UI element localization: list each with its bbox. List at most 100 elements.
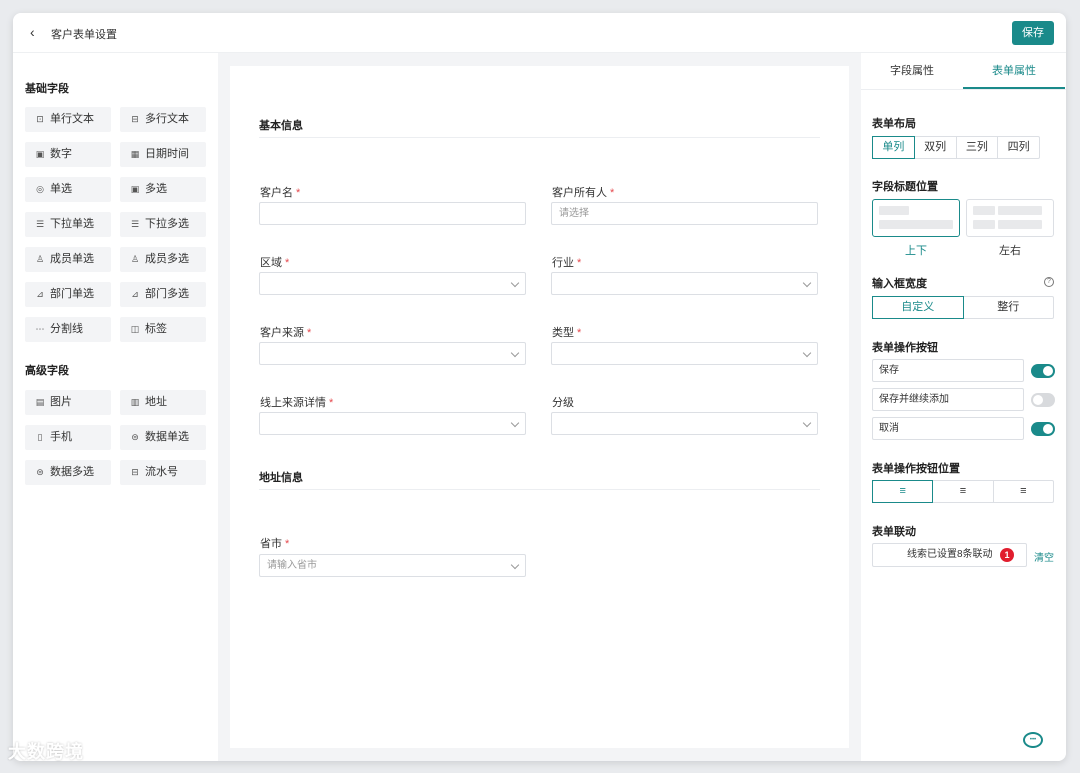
chat-bot-icon[interactable]: ••• [1023,732,1043,748]
owner-select[interactable]: 请选择 [551,202,818,225]
departments-icon: ⊿ [131,289,139,299]
toggle-knob [1043,424,1053,434]
action-save-field[interactable]: 保存 [872,359,1024,382]
field-data-single[interactable]: ⊜ 数据单选 [120,425,206,450]
field-department-single[interactable]: ⊿ 部门单选 [25,282,111,307]
department-icon: ⊿ [36,289,44,299]
customer-name-input[interactable] [259,202,526,225]
radio-icon: ◎ [36,184,44,194]
field-label: 单行文本 [50,113,94,125]
field-member-single[interactable]: ♙ 成员单选 [25,247,111,272]
type-select[interactable] [551,342,818,365]
multi-line-text-icon: ⊟ [131,114,139,124]
required-mark: * [285,257,290,269]
field-datetime[interactable]: ▦ 日期时间 [120,142,206,167]
properties-panel: 字段属性 表单属性 表单布局 单列 双列 三列 四列 字段标题位置 上下 左右 … [861,53,1066,761]
field-data-multi[interactable]: ⊜ 数据多选 [25,460,111,485]
back-arrow-icon[interactable]: ‹ [30,24,44,40]
industry-select[interactable] [551,272,818,295]
field-tag[interactable]: ◫ 标签 [120,317,206,342]
chevron-down-icon [510,278,520,288]
width-segmented: 自定义 整行 [872,296,1054,319]
tab-divider [861,89,1066,90]
field-checkbox[interactable]: ▣ 多选 [120,177,206,202]
required-mark: * [610,187,615,199]
preview-bar [973,206,995,215]
action-cancel-toggle[interactable] [1031,422,1055,436]
action-save-continue-field[interactable]: 保存并继续添加 [872,388,1024,411]
members-icon: ♙ [130,254,140,264]
align-center-icon[interactable]: ≡ [932,481,992,502]
preview-bar [879,206,909,215]
basic-info-title: 基本信息 [259,120,303,132]
action-save-toggle[interactable] [1031,364,1055,378]
linkage-count-badge: 1 [1000,548,1014,562]
field-address[interactable]: ▥ 地址 [120,390,206,415]
field-single-line-text[interactable]: ⊡ 单行文本 [25,107,111,132]
preview-bar [998,206,1042,215]
field-divider[interactable]: ⋯ 分割线 [25,317,111,342]
field-dropdown-multi[interactable]: ☰ 下拉多选 [120,212,206,237]
region-select[interactable] [259,272,526,295]
tab-field-properties[interactable]: 字段属性 [861,53,963,89]
label-text: 行业 [552,257,574,269]
layout-single-column[interactable]: 单列 [872,136,915,159]
checkbox-icon: ▣ [130,184,140,194]
field-label: 数据单选 [145,431,189,443]
field-phone[interactable]: ▯ 手机 [25,425,111,450]
field-dropdown-single[interactable]: ☰ 下拉单选 [25,212,111,237]
field-image[interactable]: ▤ 图片 [25,390,111,415]
member-icon: ♙ [35,254,45,264]
field-label: 部门单选 [50,288,94,300]
field-label: 部门多选 [145,288,189,300]
online-source-select[interactable] [259,412,526,435]
toggle-knob [1033,395,1043,405]
dropdown-list-icon: ☰ [35,219,45,229]
field-multi-line-text[interactable]: ⊟ 多行文本 [120,107,206,132]
label-position-top-label[interactable]: 上下 [872,242,960,258]
source-select[interactable] [259,342,526,365]
label-text: 客户名 [260,187,293,199]
width-custom[interactable]: 自定义 [872,296,964,319]
header-bar: ‹ 客户表单设置 保存 [13,13,1066,53]
width-full-row[interactable]: 整行 [962,297,1054,318]
help-icon[interactable]: ? [1044,277,1054,287]
label-position-left-card[interactable] [966,199,1054,237]
label-position-top-card[interactable] [872,199,960,237]
action-cancel-field[interactable]: 取消 [872,417,1024,440]
layout-title: 表单布局 [872,118,916,130]
phone-icon: ▯ [37,432,43,442]
field-label: 多选 [145,183,167,195]
field-palette: 基础字段 ⊡ 单行文本 ⊟ 多行文本 ▣ 数字 ▦ 日期时间 ◎ 单选 ▣ 多选 ☰ 下拉单选… [13,53,218,761]
clear-linkage-link[interactable]: 清空 [1034,549,1054,564]
tab-form-properties[interactable]: 表单属性 [963,53,1065,89]
field-label: 数据多选 [50,466,94,478]
preview-bar [879,220,953,229]
label-position-title: 字段标题位置 [872,181,938,193]
action-position-title: 表单操作按钮位置 [872,463,960,475]
watermark-logo: 大数跨境 [8,742,84,762]
layout-four-column[interactable]: 四列 [997,137,1039,158]
label-text: 客户所有人 [552,187,607,199]
linkage-button[interactable]: 线索已设置8条联动 1 [872,543,1027,567]
layout-two-column[interactable]: 双列 [913,137,956,158]
save-button[interactable]: 保存 [1012,21,1054,45]
layout-three-column[interactable]: 三列 [955,137,998,158]
grade-select[interactable] [551,412,818,435]
field-serial-number[interactable]: ⊟ 流水号 [120,460,206,485]
field-department-multi[interactable]: ⊿ 部门多选 [120,282,206,307]
field-label: 分割线 [50,323,83,335]
field-radio[interactable]: ◎ 单选 [25,177,111,202]
action-save-continue-toggle[interactable] [1031,393,1055,407]
basic-fields-title: 基础字段 [25,83,69,95]
field-label: 地址 [145,396,167,408]
label-text: 区域 [260,257,282,269]
field-member-multi[interactable]: ♙ 成员多选 [120,247,206,272]
field-number[interactable]: ▣ 数字 [25,142,111,167]
province-select[interactable]: 请输入省市 [259,554,526,577]
align-left-icon[interactable]: ≡ [872,480,934,503]
layout-segmented: 单列 双列 三列 四列 [872,136,1040,159]
field-label: 数字 [50,148,72,160]
label-position-left-label[interactable]: 左右 [966,242,1054,258]
align-right-icon[interactable]: ≡ [992,481,1053,502]
